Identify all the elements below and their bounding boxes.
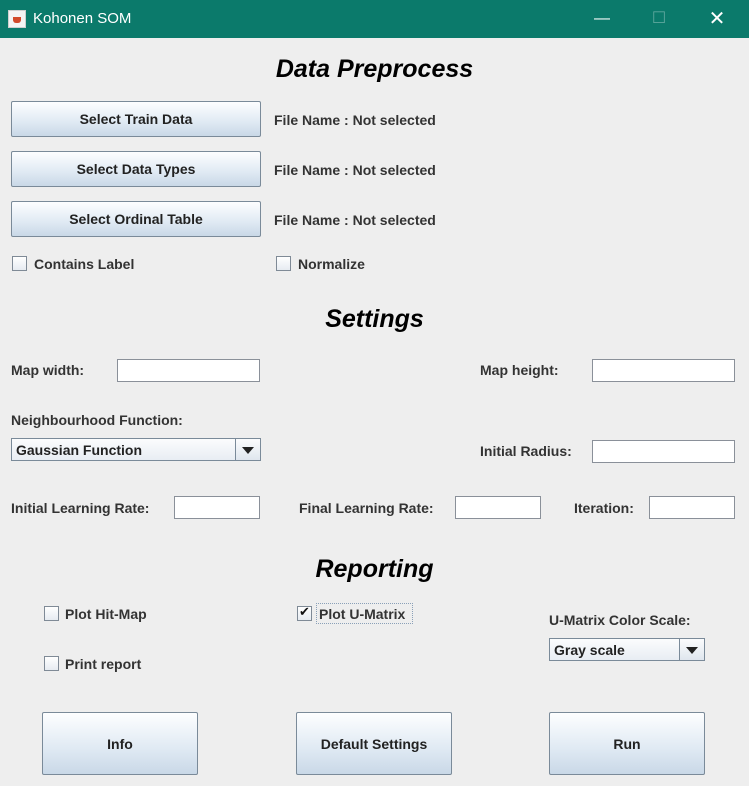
initial-learning-rate-input[interactable] (174, 496, 260, 519)
settings-heading: Settings (325, 305, 424, 333)
u-matrix-color-scale-select[interactable]: Gray scale (549, 638, 705, 661)
chevron-down-icon[interactable] (679, 639, 704, 660)
maximize-button[interactable]: ☐ (636, 0, 682, 38)
window-title: Kohonen SOM (33, 10, 132, 27)
map-width-input[interactable] (117, 359, 260, 382)
u-matrix-color-scale-value: Gray scale (554, 642, 625, 658)
close-button[interactable]: ✕ (694, 0, 740, 38)
normalize-text: Normalize (298, 256, 365, 272)
u-matrix-color-scale-label: U-Matrix Color Scale: (549, 612, 691, 628)
neighbourhood-function-select[interactable]: Gaussian Function (11, 438, 261, 461)
contains-label-text: Contains Label (34, 256, 135, 272)
neighbourhood-function-label: Neighbourhood Function: (11, 412, 183, 428)
map-width-label: Map width: (11, 362, 85, 378)
iteration-label: Iteration: (574, 500, 634, 516)
final-learning-rate-input[interactable] (455, 496, 541, 519)
data-preprocess-heading: Data Preprocess (275, 55, 474, 83)
default-settings-button[interactable]: Default Settings (296, 712, 452, 775)
contains-label-checkbox[interactable] (12, 256, 27, 271)
select-ordinal-table-button[interactable]: Select Ordinal Table (11, 201, 261, 237)
minimize-button[interactable]: — (579, 0, 625, 38)
iteration-input[interactable] (649, 496, 735, 519)
map-height-label: Map height: (480, 362, 559, 378)
chevron-down-icon[interactable] (235, 439, 260, 460)
reporting-heading: Reporting (315, 555, 434, 583)
info-button[interactable]: Info (42, 712, 198, 775)
print-report-checkbox[interactable] (44, 656, 59, 671)
print-report-text: Print report (65, 656, 142, 672)
initial-learning-rate-label: Initial Learning Rate: (11, 500, 150, 516)
final-learning-rate-label: Final Learning Rate: (299, 500, 434, 516)
select-train-data-button[interactable]: Select Train Data (11, 101, 261, 137)
plot-u-matrix-checkbox[interactable] (297, 604, 312, 621)
map-height-input[interactable] (592, 359, 735, 382)
title-bar: Kohonen SOM — ☐ ✕ (0, 0, 749, 38)
run-button[interactable]: Run (549, 712, 705, 775)
ordinal-file-name: File Name : Not selected (274, 212, 436, 228)
plot-hit-map-text: Plot Hit-Map (65, 606, 147, 622)
plot-u-matrix-text: Plot U-Matrix (319, 606, 406, 622)
normalize-checkbox[interactable] (276, 256, 291, 271)
initial-radius-input[interactable] (592, 440, 735, 463)
java-app-icon (8, 10, 26, 28)
train-file-name: File Name : Not selected (274, 112, 436, 128)
select-data-types-button[interactable]: Select Data Types (11, 151, 261, 187)
plot-hit-map-checkbox[interactable] (44, 606, 59, 621)
neighbourhood-function-value: Gaussian Function (16, 442, 143, 458)
types-file-name: File Name : Not selected (274, 162, 436, 178)
initial-radius-label: Initial Radius: (480, 443, 572, 459)
